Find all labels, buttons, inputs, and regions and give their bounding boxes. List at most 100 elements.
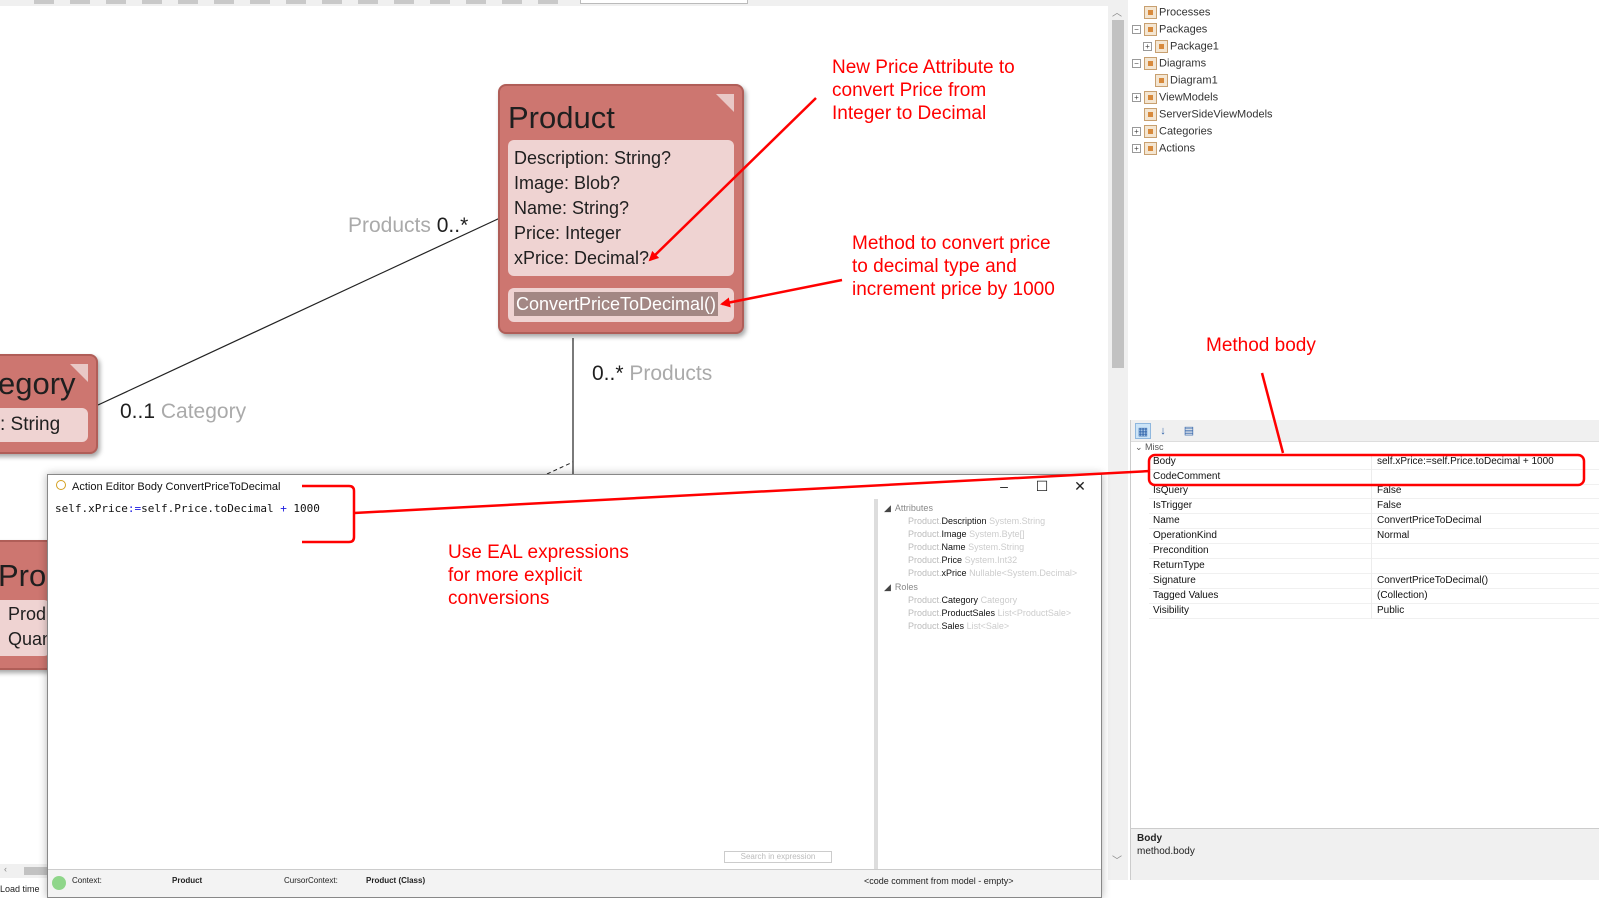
search-in-expression-input[interactable]: Search in expression (724, 851, 832, 863)
categorized-icon[interactable]: ▦ (1135, 423, 1151, 439)
collapse-group-icon[interactable]: ⌄ (1135, 442, 1145, 452)
assoc-label-products-bottom[interactable]: 0..* Products (592, 362, 712, 386)
property-row-name[interactable]: Name ConvertPriceToDecimal (1149, 514, 1599, 529)
property-row-taggedvalues[interactable]: Tagged Values (Collection) (1149, 589, 1599, 604)
window-titlebar[interactable]: Action Editor Body ConvertPriceToDecimal… (48, 475, 1101, 499)
context-attribute-price[interactable]: Product.Price System.Int32 (908, 555, 1017, 565)
close-icon[interactable]: ✕ (1062, 475, 1098, 499)
multiplicity: 0..* (436, 214, 469, 237)
scroll-left-icon[interactable]: ‹ (4, 864, 7, 874)
expand-icon[interactable]: + (1143, 42, 1152, 51)
tree-item-viewmodels[interactable]: + ViewModels (1132, 91, 1218, 107)
annotation-convert-method: Method to convert price to decimal type … (852, 233, 1055, 300)
collapse-icon[interactable]: − (1132, 25, 1141, 34)
expand-icon[interactable]: + (1132, 144, 1141, 153)
productsale-attribute-1[interactable]: Prod (8, 602, 50, 627)
editor-statusbar: Context: Product CursorContext: Product … (48, 869, 1101, 897)
collapse-triangle-icon[interactable]: ◢ (884, 503, 891, 513)
property-row-isquery[interactable]: IsQuery False (1149, 484, 1599, 499)
expand-icon[interactable]: + (1132, 93, 1141, 102)
productsale-class-title: Pro (0, 558, 47, 593)
context-role-sales[interactable]: Product.Sales List<Sale> (908, 621, 1009, 631)
category-class-title: egory (0, 366, 76, 401)
attribute-description[interactable]: Description: String? (514, 146, 728, 171)
context-role-productsales[interactable]: Product.ProductSales List<ProductSale> (908, 608, 1071, 618)
product-class-title: Product (508, 100, 615, 135)
tree-item-actions[interactable]: + Actions (1132, 142, 1195, 158)
property-row-istrigger[interactable]: IsTrigger False (1149, 499, 1599, 514)
cursor-context-value: Product (Class) (366, 876, 426, 885)
cursor-context-label: CursorContext: (284, 876, 338, 885)
property-row-precondition[interactable]: Precondition (1149, 544, 1599, 559)
tree-item-diagrams[interactable]: − Diagrams (1132, 57, 1206, 73)
productsale-attribute-2[interactable]: Quan (8, 627, 52, 652)
tab-strip-box (580, 0, 748, 4)
tree-item-processes[interactable]: Processes (1144, 6, 1210, 22)
tree-item-serversideviewmodels[interactable]: ServerSideViewModels (1144, 108, 1273, 124)
property-row-visibility[interactable]: Visibility Public (1149, 604, 1599, 619)
context-role-category[interactable]: Product.Category Category (908, 595, 1017, 605)
collapse-triangle-icon[interactable]: ◢ (884, 582, 891, 592)
property-row-signature[interactable]: Signature ConvertPriceToDecimal() (1149, 574, 1599, 589)
diagram-horizontal-scrollbar[interactable]: ‹ (0, 864, 48, 878)
collapse-icon[interactable]: − (1132, 59, 1141, 68)
category-class[interactable]: egory : String (0, 354, 98, 454)
category-attributes: : String (0, 408, 88, 442)
roles-group[interactable]: ◢ Roles (884, 582, 918, 593)
window-title: Action Editor Body ConvertPriceToDecimal (72, 481, 281, 493)
attribute-name[interactable]: Name: String? (514, 196, 728, 221)
context-attribute-xprice[interactable]: Product.xPrice Nullable<System.Decimal> (908, 568, 1077, 578)
product-class[interactable]: Product Description: String? Image: Blob… (498, 84, 744, 334)
property-row-codecomment[interactable]: CodeComment (1149, 470, 1599, 485)
property-description: Body method.body (1131, 828, 1599, 880)
scrollbar-thumb[interactable] (1112, 20, 1124, 368)
property-row-operationkind[interactable]: OperationKind Normal (1149, 529, 1599, 544)
attribute-image[interactable]: Image: Blob? (514, 171, 728, 196)
category-attribute[interactable]: : String (0, 412, 88, 437)
property-group-misc[interactable]: ⌄ Misc (1135, 442, 1164, 453)
expand-icon[interactable]: + (1132, 127, 1141, 136)
folder-icon (1144, 57, 1157, 70)
diagram-icon (1155, 74, 1168, 87)
tree-item-categories[interactable]: + Categories (1132, 125, 1212, 141)
package-icon (1155, 40, 1168, 53)
operation-convert-price[interactable]: ConvertPriceToDecimal() (514, 292, 719, 316)
context-attribute-name[interactable]: Product.Name System.String (908, 542, 1024, 552)
tree-item-packages[interactable]: − Packages (1132, 23, 1207, 39)
context-attribute-description[interactable]: Product.Description System.String (908, 516, 1045, 526)
tree-item-package1[interactable]: + Package1 (1143, 40, 1219, 56)
scroll-down-icon[interactable]: ﹀ (1112, 852, 1122, 867)
expression-editor[interactable]: self.xPrice:=self.Price.toDecimal + 1000… (48, 499, 874, 869)
diagram-vertical-scrollbar[interactable]: ︿ ﹀ (1108, 0, 1128, 880)
role-name: Products (629, 362, 713, 385)
multiplicity: 0..1 (120, 400, 156, 423)
role-name: Products (348, 214, 431, 237)
scroll-up-icon[interactable]: ︿ (1112, 4, 1122, 19)
folder-icon (1144, 91, 1157, 104)
code-comment-status: <code comment from model - empty> (864, 876, 1014, 886)
maximize-icon[interactable]: ☐ (1024, 475, 1060, 499)
product-attributes: Description: String? Image: Blob? Name: … (508, 140, 734, 276)
folder-icon (1144, 23, 1157, 36)
sort-alpha-icon[interactable]: ↓ (1155, 423, 1171, 439)
annotation-use-eal: Use EAL expressions for more explicit co… (448, 542, 629, 609)
assoc-label-category[interactable]: 0..1 Category (120, 400, 246, 424)
attribute-xprice[interactable]: xPrice: Decimal? (514, 246, 728, 271)
minimize-icon[interactable]: – (986, 475, 1022, 499)
productsale-attributes: Prod Quan (0, 600, 52, 656)
model-tree: Processes − Packages + Package1 − Diagrams … (1130, 0, 1599, 420)
status-indicator-icon (52, 876, 66, 890)
attributes-group[interactable]: ◢ Attributes (884, 503, 933, 514)
context-attribute-image[interactable]: Product.Image System.Byte[] (908, 529, 1025, 539)
property-pages-icon[interactable]: ▤ (1181, 423, 1197, 439)
property-row-body[interactable]: Body self.xPrice:=self.Price.toDecimal + … (1149, 455, 1599, 470)
screen: Product Description: String? Image: Blob… (0, 0, 1599, 898)
scrollbar-thumb[interactable] (24, 867, 48, 875)
expression-code[interactable]: self.xPrice:=self.Price.toDecimal + 1000 (55, 502, 320, 515)
assoc-label-products-top[interactable]: Products 0..* (348, 214, 468, 238)
folder-icon (1144, 125, 1157, 138)
attribute-price[interactable]: Price: Integer (514, 221, 728, 246)
folder-icon (1144, 108, 1157, 121)
property-row-returntype[interactable]: ReturnType (1149, 559, 1599, 574)
tree-item-diagram1[interactable]: Diagram1 (1155, 74, 1218, 90)
